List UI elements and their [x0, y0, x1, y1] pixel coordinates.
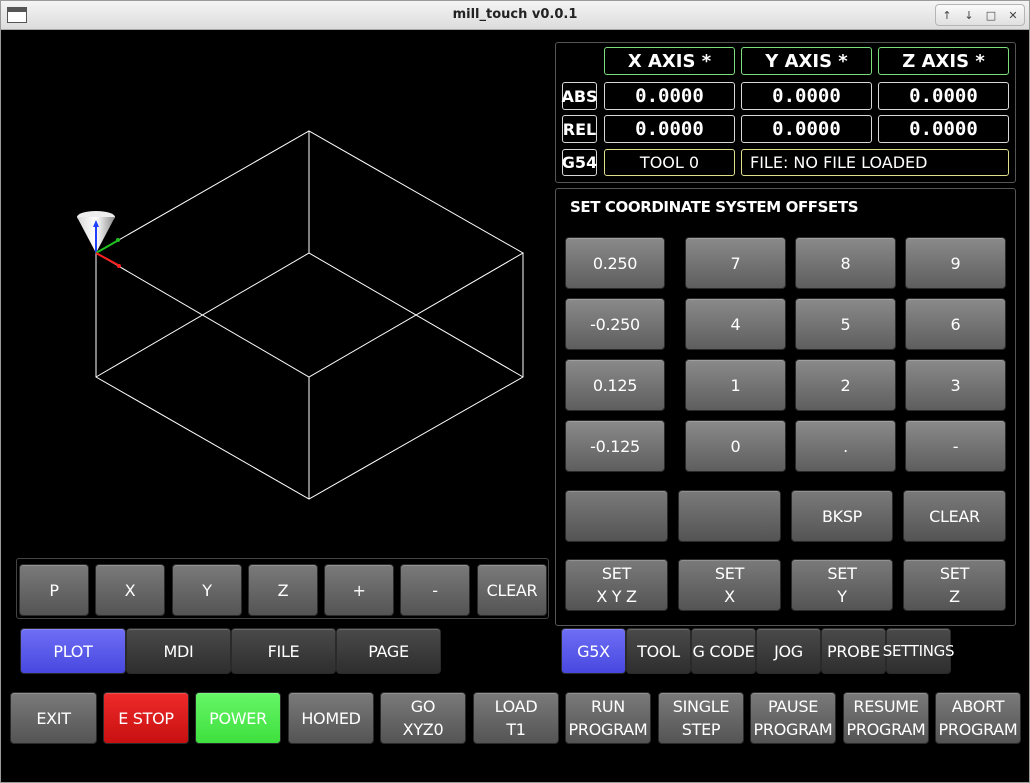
maximize-icon[interactable]: □ [981, 9, 1001, 22]
estop-button[interactable]: E STOP [103, 692, 189, 744]
offsets-title: SET COORDINATE SYSTEM OFFSETS [570, 198, 859, 216]
single-step-button[interactable]: SINGLE STEP [658, 692, 744, 744]
blank-button-2[interactable] [678, 490, 781, 542]
abs-label: ABS [561, 82, 598, 110]
clear-plot-button[interactable]: CLEAR [477, 564, 547, 616]
z-axis-header[interactable]: Z AXIS * [878, 47, 1009, 75]
key-decimal-button[interactable]: . [795, 420, 896, 472]
set-y-button[interactable]: SET Y [791, 559, 893, 611]
preset-0250-button[interactable]: 0.250 [565, 237, 665, 289]
window-title: mill_touch v0.0.1 [452, 7, 578, 22]
zoom-out-button[interactable]: - [400, 564, 470, 616]
view-x-button[interactable]: X [95, 564, 165, 616]
key-9-button[interactable]: 9 [905, 237, 1006, 289]
view-z-button[interactable]: Z [248, 564, 318, 616]
tab-page[interactable]: PAGE [336, 628, 441, 674]
key-8-button[interactable]: 8 [795, 237, 896, 289]
go-xyz0-button[interactable]: GO XYZ0 [380, 692, 466, 744]
rel-y-value: 0.0000 [741, 115, 872, 143]
close-icon[interactable]: ✕ [1003, 9, 1023, 22]
preset-neg-0250-button[interactable]: -0.250 [565, 298, 665, 350]
tab-probe[interactable]: PROBE [821, 628, 886, 674]
view-p-button[interactable]: P [19, 564, 89, 616]
set-xyz-button[interactable]: SET X Y Z [565, 559, 668, 611]
app-window: mill_touch v0.0.1 ↑ ↓ □ ✕ X AXIS * Y AXI… [0, 0, 1030, 783]
x-axis-header[interactable]: X AXIS * [604, 47, 735, 75]
abs-y-value: 0.0000 [741, 82, 872, 110]
tab-plot[interactable]: PLOT [20, 628, 126, 674]
minimize-icon[interactable]: ↓ [959, 9, 979, 22]
tab-g5x[interactable]: G5X [561, 628, 626, 674]
tab-settings[interactable]: SETTINGS [883, 628, 955, 674]
tab-file[interactable]: FILE [231, 628, 336, 674]
key-7-button[interactable]: 7 [685, 237, 786, 289]
window-controls: ↑ ↓ □ ✕ [935, 4, 1025, 26]
tool-display: TOOL 0 [604, 149, 735, 176]
key-6-button[interactable]: 6 [905, 298, 1006, 350]
blank-button-1[interactable] [565, 490, 668, 542]
set-z-button[interactable]: SET Z [903, 559, 1006, 611]
view-y-button[interactable]: Y [172, 564, 242, 616]
toolpath-plot[interactable] [3, 31, 553, 551]
abort-program-button[interactable]: ABORT PROGRAM [935, 692, 1021, 744]
key-1-button[interactable]: 1 [685, 359, 786, 411]
power-button[interactable]: POWER [195, 692, 281, 744]
key-minus-button[interactable]: - [905, 420, 1006, 472]
tab-tool[interactable]: TOOL [626, 628, 691, 674]
title-bar: mill_touch v0.0.1 ↑ ↓ □ ✕ [1, 1, 1029, 30]
tab-gcode[interactable]: G CODE [691, 628, 756, 674]
abs-z-value: 0.0000 [878, 82, 1009, 110]
key-5-button[interactable]: 5 [795, 298, 896, 350]
key-3-button[interactable]: 3 [905, 359, 1006, 411]
set-x-button[interactable]: SET X [678, 559, 781, 611]
backspace-button[interactable]: BKSP [791, 490, 893, 542]
rel-label: REL [562, 115, 597, 143]
resume-program-button[interactable]: RESUME PROGRAM [843, 692, 929, 744]
tab-jog[interactable]: JOG [756, 628, 821, 674]
pause-program-button[interactable]: PAUSE PROGRAM [750, 692, 836, 744]
tab-mdi[interactable]: MDI [126, 628, 231, 674]
homed-button[interactable]: HOMED [288, 692, 374, 744]
key-2-button[interactable]: 2 [795, 359, 896, 411]
keep-above-icon[interactable]: ↑ [937, 9, 957, 22]
load-t1-button[interactable]: LOAD T1 [473, 692, 559, 744]
y-axis-header[interactable]: Y AXIS * [741, 47, 872, 75]
stock-wireframe [95, 130, 525, 500]
zoom-in-button[interactable]: + [324, 564, 394, 616]
key-0-button[interactable]: 0 [685, 420, 786, 472]
run-program-button[interactable]: RUN PROGRAM [565, 692, 651, 744]
preset-neg-0125-button[interactable]: -0.125 [565, 420, 665, 472]
file-display: FILE: NO FILE LOADED [741, 149, 1009, 176]
preset-0125-button[interactable]: 0.125 [565, 359, 665, 411]
clear-entry-button[interactable]: CLEAR [903, 490, 1006, 542]
wcs-label: G54 [562, 149, 597, 176]
rel-z-value: 0.0000 [878, 115, 1009, 143]
exit-button[interactable]: EXIT [10, 692, 97, 744]
rel-x-value: 0.0000 [604, 115, 735, 143]
key-4-button[interactable]: 4 [685, 298, 786, 350]
abs-x-value: 0.0000 [604, 82, 735, 110]
